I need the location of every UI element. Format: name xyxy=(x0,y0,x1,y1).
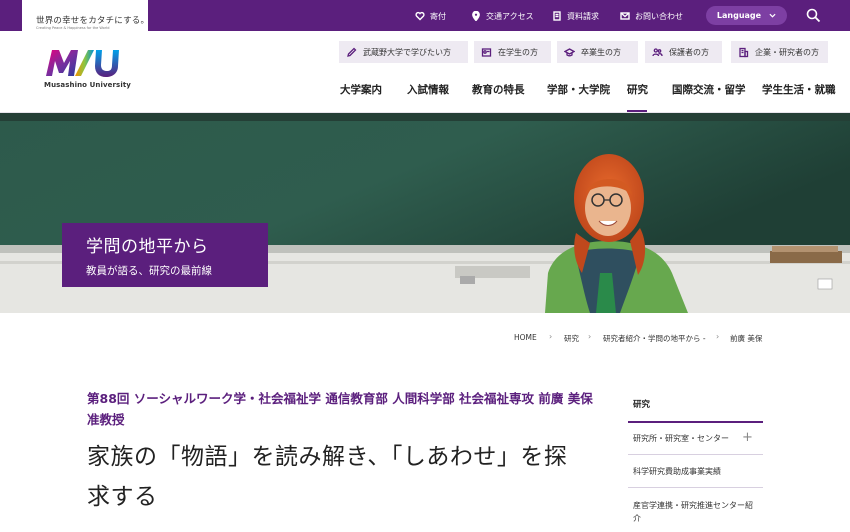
audience-students-button[interactable]: 在学生の方 xyxy=(474,41,551,63)
breadcrumb-separator: › xyxy=(549,332,553,341)
hero-subtitle: 教員が語る、研究の最前線 xyxy=(86,265,212,277)
sidebar-item-industry-collab[interactable]: 産官学連携・研究推進センター紹介 xyxy=(633,499,758,525)
sidebar-item-kakenhi[interactable]: 科学研究費助成事業実績 xyxy=(633,465,758,478)
utility-label: 資料請求 xyxy=(567,11,599,21)
breadcrumb-separator: › xyxy=(716,332,720,341)
language-button[interactable]: Language xyxy=(706,6,787,25)
pencil-icon xyxy=(347,47,357,57)
article-subtitle: 第88回 ソーシャルワーク学・社会福祉学 通信教育部 人間科学部 社会福祉専攻 … xyxy=(87,391,593,427)
utility-contact-link[interactable]: お問い合わせ xyxy=(620,9,683,23)
utility-brochure-link[interactable]: 資料請求 xyxy=(552,9,599,23)
student-icon xyxy=(481,47,492,57)
hero-title: 学問の地平から xyxy=(86,237,209,257)
nav-about[interactable]: 大学案内 xyxy=(340,82,382,97)
breadcrumb-separator: › xyxy=(588,332,592,341)
nav-education[interactable]: 教育の特長 xyxy=(472,82,525,97)
sidebar-item-institutes[interactable]: 研究所・研究室・センター xyxy=(633,432,758,445)
utility-donate-link[interactable]: 寄付 xyxy=(415,9,446,23)
breadcrumb-current: 前廣 美保 xyxy=(730,334,763,343)
tagline-sub: Creating Peace & Happiness for the World xyxy=(36,26,110,30)
tagline-box: 世界の幸せをカタチにする。 Creating Peace & Happiness… xyxy=(22,0,150,31)
audience-business-button[interactable]: 企業・研究者の方 xyxy=(731,41,828,63)
university-name: Musashino University xyxy=(44,81,131,89)
utility-label: 寄付 xyxy=(430,11,446,21)
audience-alumni-button[interactable]: 卒業生の方 xyxy=(557,41,638,63)
audience-label: 在学生の方 xyxy=(498,47,538,57)
nav-research[interactable]: 研究 xyxy=(627,82,648,97)
nav-international[interactable]: 国際交流・留学 xyxy=(672,82,746,97)
breadcrumb-home[interactable]: HOME xyxy=(514,333,537,342)
people-icon xyxy=(652,47,663,56)
article-title: 家族の「物語」を読み解き、「しあわせ」を探求する xyxy=(87,444,568,510)
sidebar-divider xyxy=(628,454,763,455)
utility-access-link[interactable]: 交通アクセス xyxy=(471,9,534,23)
chevron-down-icon xyxy=(769,13,776,18)
search-icon[interactable] xyxy=(806,8,821,23)
language-label: Language xyxy=(716,11,762,20)
nav-faculties[interactable]: 学部・大学院 xyxy=(547,82,610,97)
audience-label: 卒業生の方 xyxy=(581,47,621,57)
utility-label: 交通アクセス xyxy=(486,11,534,21)
breadcrumb-researchers[interactable]: 研究者紹介・学問の地平から - xyxy=(603,333,706,344)
sidebar-divider xyxy=(628,487,763,488)
map-pin-icon xyxy=(472,11,480,21)
audience-label: 企業・研究者の方 xyxy=(755,47,819,57)
audience-label: 武蔵野大学で学びたい方 xyxy=(363,47,451,57)
breadcrumb-research[interactable]: 研究 xyxy=(564,333,579,344)
mail-icon xyxy=(620,12,630,20)
audience-prospective-button[interactable]: 武蔵野大学で学びたい方 xyxy=(339,41,468,63)
nav-admissions[interactable]: 入試情報 xyxy=(407,82,449,97)
audience-parents-button[interactable]: 保護者の方 xyxy=(645,41,722,63)
sidebar-heading: 研究 xyxy=(633,400,651,410)
sidebar-heading-line xyxy=(628,421,763,423)
document-icon xyxy=(553,11,561,21)
expand-plus-icon[interactable]: + xyxy=(742,430,753,445)
heart-hand-icon xyxy=(415,11,425,21)
utility-label: お問い合わせ xyxy=(635,11,683,21)
tagline: 世界の幸せをカタチにする。 xyxy=(36,16,150,26)
nav-campus-life[interactable]: 学生生活・就職 xyxy=(762,82,836,97)
audience-label: 保護者の方 xyxy=(669,47,709,57)
building-icon xyxy=(739,47,749,57)
graduation-cap-icon xyxy=(564,47,575,56)
